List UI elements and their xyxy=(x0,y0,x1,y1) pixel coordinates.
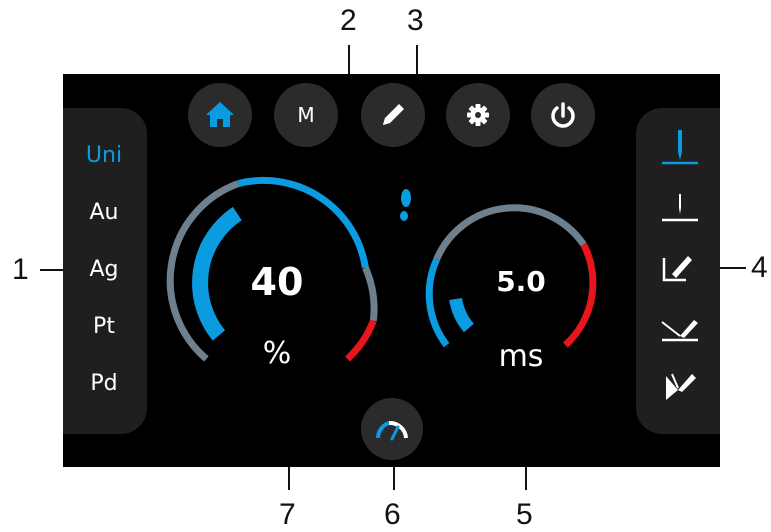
callout-2: 2 xyxy=(340,4,357,37)
callout-1: 1 xyxy=(12,253,29,286)
pulse-gauge-fill xyxy=(449,297,475,333)
pulse-gauge-limit xyxy=(563,242,597,348)
weld-mode-icons xyxy=(661,130,698,400)
callout-4: 4 xyxy=(751,251,768,284)
weld-mode-panel xyxy=(636,108,720,434)
callout-6: 6 xyxy=(384,498,401,531)
weld-mode-4-icon[interactable] xyxy=(661,320,698,342)
pulse-unit: ms xyxy=(498,339,544,374)
weld-mode-5-icon[interactable] xyxy=(666,373,696,400)
pulse-gauge-track-top xyxy=(433,204,587,261)
callout-5: 5 xyxy=(516,498,533,531)
callout-3: 3 xyxy=(407,4,424,37)
weld-mode-2-icon[interactable] xyxy=(662,194,698,222)
speedometer-button[interactable] xyxy=(361,398,423,460)
weld-mode-3-icon[interactable] xyxy=(662,256,692,282)
device-screen: Uni Au Ag Pt Pd M 40 % 5.0 ms xyxy=(63,74,720,467)
pulse-gauge-track-left xyxy=(425,257,450,348)
pulse-value[interactable]: 5.0 xyxy=(481,265,561,298)
weld-mode-1-icon[interactable] xyxy=(662,130,698,165)
callout-7: 7 xyxy=(279,498,296,531)
speedometer-icon xyxy=(376,420,408,441)
